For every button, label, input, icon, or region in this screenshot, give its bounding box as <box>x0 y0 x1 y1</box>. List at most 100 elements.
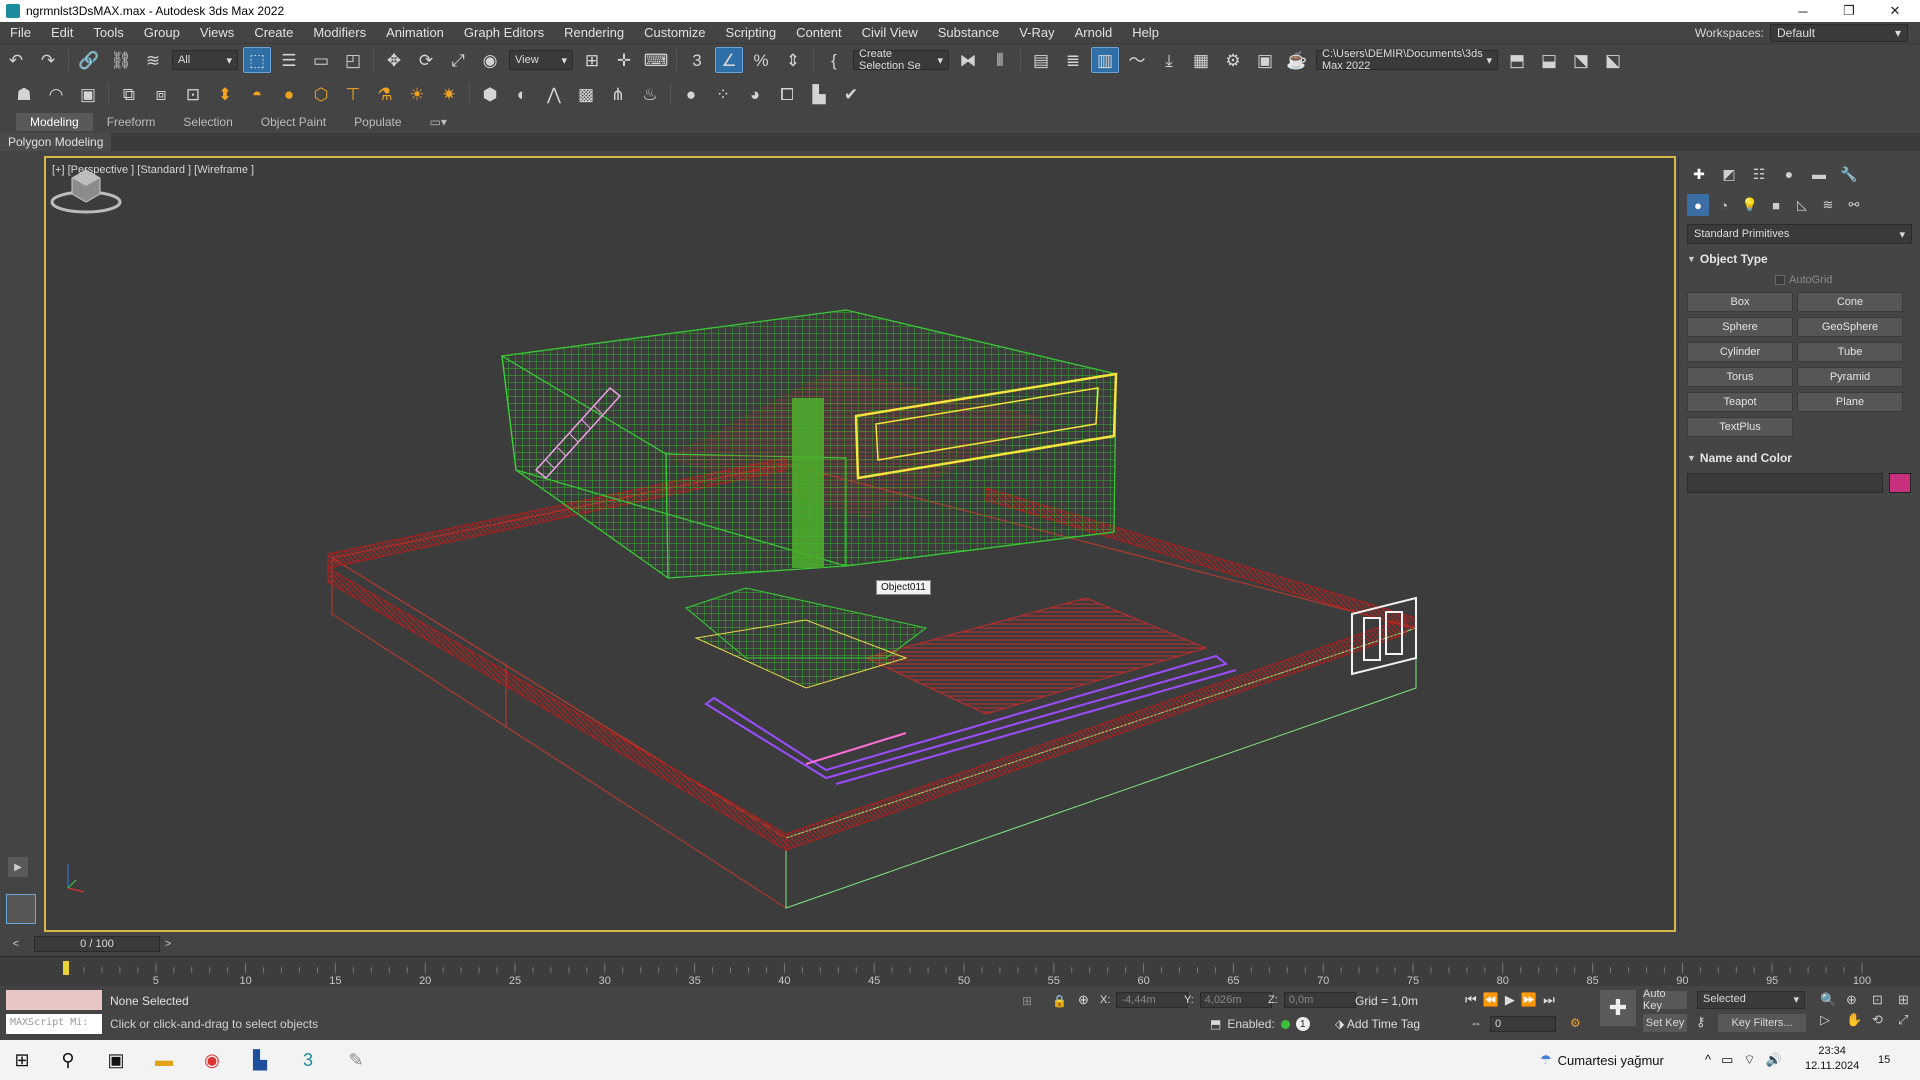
zoom-extents-all-icon[interactable]: ⊞ <box>1898 992 1920 1008</box>
reference-coord-dropdown[interactable]: View ▾ <box>509 50 573 70</box>
shapes-icon[interactable]: ◔ <box>1713 194 1735 216</box>
minimize-button[interactable]: ─ <box>1780 0 1826 22</box>
primitive-category-dropdown[interactable]: Standard Primitives ▾ <box>1687 224 1912 244</box>
time-slider[interactable]: 0 / 100 <box>34 936 160 952</box>
polygon-modeling-button[interactable]: Polygon Modeling <box>0 133 112 151</box>
set-key-big-icon[interactable]: ✚ <box>1600 990 1636 1026</box>
close-button[interactable]: ✕ <box>1872 0 1918 22</box>
notification-icon[interactable]: 15 <box>1878 1050 1890 1066</box>
viewcube-icon[interactable] <box>46 158 126 218</box>
volume-icon[interactable]: 🔊 <box>1766 1052 1782 1068</box>
current-frame-marker[interactable] <box>63 961 69 975</box>
ribbon-options-icon[interactable]: ▭▾ <box>416 113 461 131</box>
project-path-dropdown[interactable]: C:\Users\DEMIR\Documents\3ds Max 2022 ▾ <box>1316 48 1498 72</box>
current-frame-field[interactable]: 0 <box>1490 1016 1556 1032</box>
align-icon[interactable]: ⫴ <box>986 47 1014 73</box>
layer-explorer-icon[interactable]: ≣ <box>1059 47 1087 73</box>
project-save-icon[interactable]: ⬕ <box>1599 47 1627 73</box>
select-object-icon[interactable]: ⬚ <box>243 47 271 73</box>
percent-snap-icon[interactable]: % <box>747 47 775 73</box>
isolate-icon[interactable]: ⊞ <box>1022 994 1032 1008</box>
box-button[interactable]: Box <box>1687 292 1793 312</box>
keyboard-shortcut-icon[interactable]: ⌨ <box>642 47 670 73</box>
time-prev-arrow-icon[interactable]: < <box>8 936 24 952</box>
maxscript-listener[interactable]: MAXScript Mi: <box>6 990 102 1036</box>
vray-tools-icon[interactable]: ▙ <box>805 81 833 107</box>
material-palette-icon[interactable]: ◕ <box>741 81 769 107</box>
redo-icon[interactable]: ↷ <box>34 47 62 73</box>
maximize-viewport-icon[interactable]: ⤢ <box>1898 1012 1920 1028</box>
systems-icon[interactable]: ⚯ <box>1843 194 1865 216</box>
vray-sphere-icon[interactable]: ◐ <box>508 81 536 107</box>
track-bar[interactable]: 5 10 15 20 25 30 35 40 45 50 55 60 65 70 75 80 85 90 95 100 <box>0 956 1920 987</box>
zoom-icon[interactable]: 🔍 <box>1820 992 1842 1008</box>
project-open-icon[interactable]: ⬔ <box>1567 47 1595 73</box>
curve-editor-icon[interactable]: 〜 <box>1123 47 1151 73</box>
ribbon-toggle-icon[interactable]: ▥ <box>1091 47 1119 73</box>
create-tab-icon[interactable]: ✚ <box>1687 162 1711 186</box>
motion-tab-icon[interactable]: ● <box>1777 162 1801 186</box>
tab-modeling[interactable]: Modeling <box>16 113 93 131</box>
lock-selection-icon[interactable]: 🔒 <box>1052 994 1067 1008</box>
unlink-icon[interactable]: ⛓ <box>107 47 135 73</box>
vray-dome-icon[interactable]: ◓ <box>243 81 271 107</box>
menu-vray[interactable]: V-Ray <box>1009 25 1064 40</box>
vray-fur-icon[interactable]: ⋀ <box>540 81 568 107</box>
menu-create[interactable]: Create <box>244 25 303 40</box>
move-icon[interactable]: ✥ <box>380 47 408 73</box>
menu-tools[interactable]: Tools <box>83 25 133 40</box>
rendered-frame-icon[interactable]: ▣ <box>1251 47 1279 73</box>
z-field[interactable]: 0,0m <box>1283 992 1356 1008</box>
menu-views[interactable]: Views <box>190 25 244 40</box>
search-icon[interactable]: ⚲ <box>44 1040 92 1080</box>
geosphere-button[interactable]: GeoSphere <box>1797 317 1903 337</box>
object-name-field[interactable] <box>1687 473 1883 493</box>
edit-named-selection-icon[interactable]: { <box>820 47 848 73</box>
vray-ambient-icon[interactable]: ⚗ <box>371 81 399 107</box>
play-icon[interactable]: ▶ <box>1505 992 1515 1008</box>
key-selection-dropdown[interactable]: Selected ▾ <box>1697 991 1805 1009</box>
tube-button[interactable]: Tube <box>1797 342 1903 362</box>
name-and-color-rollout[interactable]: ▼ Name and Color <box>1687 449 1912 467</box>
file-explorer-icon[interactable]: ▬ <box>140 1040 188 1080</box>
tab-selection[interactable]: Selection <box>169 113 246 131</box>
vray-camera-icon[interactable]: ⊡ <box>179 81 207 107</box>
maximize-button[interactable]: ❐ <box>1826 0 1872 22</box>
chevron-up-icon[interactable]: ^ <box>1705 1052 1711 1068</box>
goto-start-icon[interactable]: ⏮ <box>1465 992 1477 1008</box>
windows-start-icon[interactable]: ⊞ <box>0 1040 44 1080</box>
zoom-all-icon[interactable]: ⊕ <box>1846 992 1868 1008</box>
zoom-extents-icon[interactable]: ⊡ <box>1872 992 1894 1008</box>
chrome-icon[interactable]: ◉ <box>188 1040 236 1080</box>
menu-edit[interactable]: Edit <box>41 25 83 40</box>
interactive-render-icon[interactable]: ◠ <box>42 81 70 107</box>
pan-icon[interactable]: ✋ <box>1846 1012 1868 1028</box>
undo-icon[interactable]: ↶ <box>2 47 30 73</box>
paint-icon[interactable]: ✎ <box>332 1040 380 1080</box>
key-mode-icon[interactable]: ⚷ <box>1696 1014 1706 1030</box>
select-manipulate-icon[interactable]: ✛ <box>610 47 638 73</box>
time-config-icon[interactable]: ⇔ <box>1470 1016 1482 1030</box>
menu-substance[interactable]: Substance <box>928 25 1009 40</box>
snaps-toggle-icon[interactable]: 3 <box>683 47 711 73</box>
vray-sky-icon[interactable]: ✷ <box>435 81 463 107</box>
material-editor-icon[interactable]: ▦ <box>1187 47 1215 73</box>
vray-light-icon[interactable]: ⬍ <box>211 81 239 107</box>
vray-sun-icon[interactable]: ☀ <box>403 81 431 107</box>
wifi-icon[interactable]: ⌔ <box>1743 1052 1755 1068</box>
viewport-layout-button[interactable] <box>6 894 36 924</box>
next-frame-icon[interactable]: ⏩ <box>1521 992 1537 1008</box>
render-setup-icon[interactable]: ⚙ <box>1219 47 1247 73</box>
project-set-icon[interactable]: ⬓ <box>1535 47 1563 73</box>
schematic-view-icon[interactable]: ⤓ <box>1155 47 1183 73</box>
menu-modifiers[interactable]: Modifiers <box>303 25 376 40</box>
menu-rendering[interactable]: Rendering <box>554 25 634 40</box>
menu-content[interactable]: Content <box>786 25 852 40</box>
time-configuration-icon[interactable]: ⚙ <box>1570 1016 1581 1030</box>
vray-grass-icon[interactable]: ⋔ <box>604 81 632 107</box>
expand-arrow-icon[interactable]: ▶ <box>8 857 28 877</box>
select-by-name-icon[interactable]: ☰ <box>275 47 303 73</box>
cylinder-button[interactable]: Cylinder <box>1687 342 1793 362</box>
lights-icon[interactable]: 💡 <box>1739 194 1761 216</box>
vray-ies-icon[interactable]: ⊤ <box>339 81 367 107</box>
